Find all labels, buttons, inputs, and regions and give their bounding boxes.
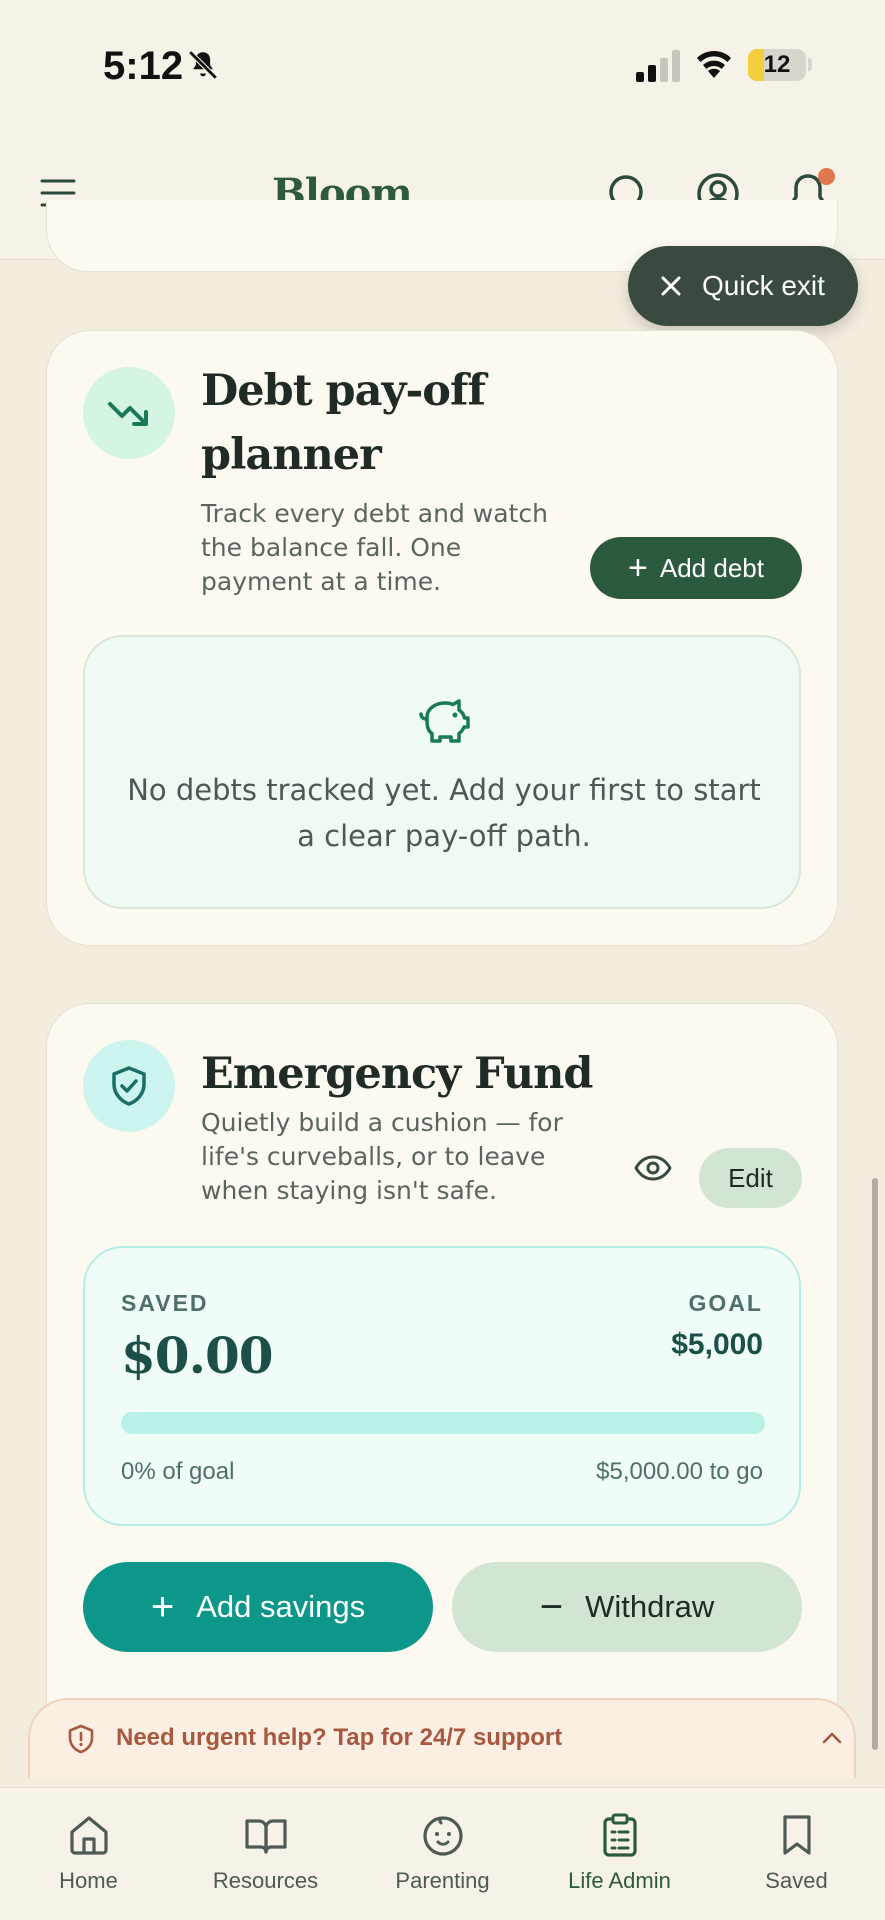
debt-title-line1: Debt pay-off (201, 366, 486, 416)
add-debt-button[interactable]: + Add debt (590, 537, 802, 599)
nav-home[interactable]: Home (0, 1788, 177, 1920)
nav-life-admin-label: Life Admin (568, 1868, 671, 1893)
chevron-up-icon[interactable] (820, 1728, 844, 1748)
status-time: 5:12 (103, 44, 184, 88)
book-icon (244, 1819, 287, 1854)
urgent-help-text: Need urgent help? Tap for 24/7 support (116, 1724, 563, 1751)
battery-indicator: 12 (748, 49, 806, 81)
withdraw-label: Withdraw (585, 1589, 715, 1624)
battery-percent: 12 (763, 51, 791, 78)
alert-shield-icon (68, 1724, 94, 1754)
plus-icon: + (150, 1585, 175, 1629)
savings-summary: SAVED GOAL $0.00 $5,000 0% of goal $5,00… (83, 1246, 801, 1526)
nav-saved[interactable]: Saved (708, 1788, 885, 1920)
close-icon (661, 276, 681, 296)
baby-face-icon (422, 1816, 463, 1856)
nav-parenting-label: Parenting (395, 1868, 490, 1893)
urgent-help-banner[interactable]: Need urgent help? Tap for 24/7 support (28, 1698, 856, 1778)
debt-card-title: Debt pay-off planner (201, 359, 486, 487)
goal-amount: $5,000 (671, 1328, 763, 1361)
piggy-bank-icon (419, 699, 470, 743)
withdraw-button[interactable]: − Withdraw (452, 1562, 802, 1652)
nav-saved-label: Saved (765, 1868, 828, 1893)
saved-label: SAVED (121, 1290, 209, 1316)
trending-down-icon (83, 367, 175, 459)
nav-parenting[interactable]: Parenting (354, 1788, 531, 1920)
debt-empty-state: No debts tracked yet. Add your first to … (83, 635, 801, 909)
nav-life-admin[interactable]: Life Admin (531, 1788, 708, 1920)
debt-planner-card: Debt pay-off planner Track every debt an… (46, 330, 838, 946)
status-bar: 5:12 12 (0, 0, 885, 130)
savings-progress-bar (121, 1412, 765, 1434)
notification-badge (818, 168, 835, 185)
add-savings-label: Add savings (196, 1589, 366, 1624)
bottom-nav: Home Resources Parenting Life Admin Save… (0, 1787, 885, 1920)
quick-exit-label: Quick exit (702, 270, 825, 301)
debt-title-line2: planner (201, 430, 382, 480)
battery-tip (808, 58, 812, 71)
remaining-to-goal: $5,000.00 to go (596, 1458, 763, 1485)
fund-card-title: Emergency Fund (201, 1049, 593, 1099)
scrollbar[interactable] (872, 1178, 878, 1750)
shield-check-icon (83, 1040, 175, 1132)
plus-icon: + (628, 549, 648, 587)
add-debt-label: Add debt (659, 552, 764, 583)
debt-card-description: Track every debt and watch the balance f… (201, 499, 548, 596)
home-icon (69, 1816, 108, 1855)
debt-empty-message: No debts tracked yet. Add your first to … (127, 773, 761, 853)
quick-exit-button[interactable]: Quick exit (628, 246, 858, 326)
minus-icon: − (539, 1585, 564, 1629)
emergency-fund-card: Emergency Fund Quietly build a cushion —… (46, 1003, 838, 1763)
add-savings-button[interactable]: + Add savings (83, 1562, 433, 1652)
saved-amount: $0.00 (121, 1326, 274, 1385)
cell-signal-icon (636, 50, 680, 82)
goal-label: GOAL (688, 1290, 763, 1316)
silent-bell-icon (188, 50, 218, 80)
nav-resources-label: Resources (212, 1868, 319, 1893)
edit-button[interactable]: Edit (699, 1148, 802, 1208)
nav-resources[interactable]: Resources (177, 1788, 354, 1920)
bookmark-icon (782, 1815, 811, 1855)
wifi-icon (697, 50, 731, 78)
percent-of-goal: 0% of goal (121, 1458, 235, 1485)
fund-card-description: Quietly build a cushion — for life's cur… (201, 1108, 563, 1205)
nav-home-label: Home (59, 1868, 118, 1893)
clipboard-icon (602, 1813, 637, 1857)
eye-icon[interactable] (633, 1148, 673, 1188)
